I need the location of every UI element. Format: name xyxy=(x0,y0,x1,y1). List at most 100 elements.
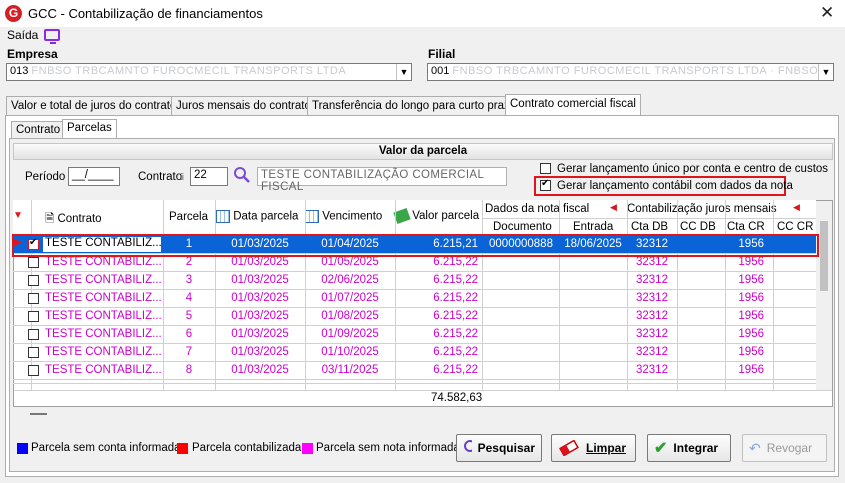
legend-sem-conta: Parcela sem conta informada xyxy=(31,442,181,454)
filial-name: FNBSO TRBCAMNTO FUROCMECIL TRANSPORTS LT… xyxy=(452,65,834,77)
cell-venc: 02/06/2025 xyxy=(321,274,379,286)
cell-parcela: 2 xyxy=(185,256,193,268)
col-data-parcela[interactable]: Data parcela xyxy=(216,210,298,223)
group-contab-juros: Contabilização juros mensais xyxy=(627,203,777,215)
tab-contrato-comercial-fiscal[interactable]: Contrato comercial fiscal xyxy=(505,94,641,116)
cell-contrato: TESTE CONTABILIZ... xyxy=(45,364,162,376)
cell-cta_db: 32312 xyxy=(636,328,668,340)
scrollbar-thumb[interactable] xyxy=(820,221,828,291)
app-logo-icon: G xyxy=(5,5,22,22)
limpar-label: Limpar xyxy=(586,441,627,455)
cell-cta_cr: 1956 xyxy=(738,274,764,286)
empresa-select[interactable]: 013 FNBSO TRBCAMNTO FUROCMECIL TRANSPORT… xyxy=(6,63,412,81)
total-value: 74.582,63 xyxy=(431,392,483,404)
check-dados-nota[interactable] xyxy=(540,178,551,191)
row-checkbox[interactable] xyxy=(28,311,39,322)
row-checkbox[interactable] xyxy=(28,257,39,268)
cell-parcela: 7 xyxy=(185,346,193,358)
pesquisar-button[interactable]: Pesquisar xyxy=(456,434,542,462)
col-cta-db[interactable]: Cta DB xyxy=(631,221,668,233)
cell-cta_cr: 1956 xyxy=(738,328,764,340)
contrato-description: TESTE CONTABILIZAÇÃO COMERCIAL FISCAL xyxy=(257,167,507,193)
col-cc-db[interactable]: CC DB xyxy=(680,221,716,233)
cell-cta_db: 32312 xyxy=(636,274,668,286)
periodo-input[interactable]: __/____ xyxy=(68,167,120,186)
filial-code: 001 xyxy=(431,65,450,77)
cell-venc: 03/11/2025 xyxy=(321,364,379,376)
integrar-button[interactable]: ✔ Integrar xyxy=(647,434,731,462)
chevron-down-icon[interactable]: ▼ xyxy=(396,64,411,80)
table-row[interactable]: TESTE CONTABILIZ... 6 01/03/2025 01/09/2025… xyxy=(13,326,816,344)
row-checkbox[interactable] xyxy=(28,347,39,358)
row-checkbox[interactable] xyxy=(28,293,39,304)
cell-venc: 01/08/2025 xyxy=(321,310,379,322)
cell-cta_cr: 1956 xyxy=(738,346,764,358)
section-title: Valor da parcela xyxy=(13,143,833,160)
row-checkbox[interactable] xyxy=(28,275,39,286)
cell-data: 01/03/2025 xyxy=(231,310,289,322)
col-cta-cr[interactable]: Cta CR xyxy=(727,221,765,233)
tab-transferencia[interactable]: Transferência do longo para curto prazo xyxy=(307,96,522,116)
menu-item-saida[interactable]: Saída xyxy=(7,28,38,42)
cell-parcela: 8 xyxy=(185,364,193,376)
close-icon[interactable]: ✕ xyxy=(820,3,834,23)
cell-contrato: TESTE CONTABILIZ... xyxy=(45,346,162,358)
revogar-button[interactable]: ↶ Revogar xyxy=(742,434,827,462)
col-documento[interactable]: Documento xyxy=(493,221,552,233)
col-contrato[interactable]: 🗎 Contrato xyxy=(45,211,102,230)
pin-icon: ⅱ xyxy=(180,172,185,182)
chevron-down-icon[interactable]: ▼ xyxy=(818,64,833,80)
cell-valor: 6.215,22 xyxy=(433,328,478,340)
cell-data: 01/03/2025 xyxy=(231,328,289,340)
col-valor-parcela[interactable]: Valor parcela xyxy=(393,207,479,225)
contrato-input[interactable]: 22 xyxy=(190,167,228,186)
revogar-label: Revogar xyxy=(766,441,813,455)
col-vencimento[interactable]: Vencimento xyxy=(305,210,382,223)
cell-contrato: TESTE CONTABILIZ... xyxy=(45,292,162,304)
col-cc-cr[interactable]: CC CR xyxy=(777,221,813,233)
check-icon: ✔ xyxy=(654,440,668,457)
row-checkbox[interactable] xyxy=(28,365,39,376)
cell-cta_cr: 1956 xyxy=(738,310,764,322)
menu-bar xyxy=(0,27,845,45)
col-entrada[interactable]: Entrada xyxy=(573,221,613,233)
collapse-arrow-icon[interactable]: ◀ xyxy=(610,202,617,213)
row-checkbox[interactable] xyxy=(28,329,39,340)
cell-data: 01/03/2025 xyxy=(231,364,289,376)
cell-cta_db: 32312 xyxy=(636,346,668,358)
check-dados-nota-label: Gerar lançamento contábil com dados da n… xyxy=(557,180,793,192)
tab-juros-mensais[interactable]: Juros mensais do contrato xyxy=(171,96,316,116)
search-icon[interactable] xyxy=(233,166,251,184)
periodo-label: Período xyxy=(25,171,66,183)
cell-valor: 6.215,22 xyxy=(433,364,478,376)
filial-select[interactable]: 001 FNBSO TRBCAMNTO FUROCMECIL TRANSPORT… xyxy=(427,63,834,81)
check-lancamento-unico[interactable] xyxy=(540,163,551,174)
monitor-icon[interactable] xyxy=(44,29,60,44)
cell-valor: 6.215,22 xyxy=(433,310,478,322)
grid-splitter[interactable] xyxy=(30,413,47,415)
legend-blue-swatch xyxy=(17,443,28,454)
legend-magenta-swatch xyxy=(302,443,313,454)
limpar-button[interactable]: Limpar xyxy=(551,434,636,462)
table-row[interactable]: TESTE CONTABILIZ... 4 01/03/2025 01/07/2025… xyxy=(13,290,816,308)
table-row[interactable]: TESTE CONTABILIZ... 8 01/03/2025 03/11/2025… xyxy=(13,362,816,380)
pesquisar-label: Pesquisar xyxy=(477,441,535,455)
check-lancamento-unico-label: Gerar lançamento único por conta e centr… xyxy=(557,163,829,175)
collapse-arrow-icon[interactable]: ◀ xyxy=(793,202,800,213)
grid-footer xyxy=(14,390,832,406)
vertical-scrollbar[interactable] xyxy=(816,201,832,391)
tab-valor-total-juros[interactable]: Valor e total de juros do contrato xyxy=(6,96,182,116)
filial-label: Filial xyxy=(428,47,456,61)
cell-cta_cr: 1956 xyxy=(738,256,764,268)
table-row[interactable]: TESTE CONTABILIZ... 5 01/03/2025 01/08/2025… xyxy=(13,308,816,326)
table-row[interactable]: TESTE CONTABILIZ... 7 01/03/2025 01/10/2025… xyxy=(13,344,816,362)
cell-venc: 01/07/2025 xyxy=(321,292,379,304)
col-parcela[interactable]: Parcela xyxy=(169,211,208,223)
table-row[interactable]: TESTE CONTABILIZ... 3 01/03/2025 02/06/2025… xyxy=(13,272,816,290)
cell-contrato: TESTE CONTABILIZ... xyxy=(45,256,162,268)
cell-venc: 01/05/2025 xyxy=(321,256,379,268)
header-divider xyxy=(482,218,816,219)
subtab-contrato[interactable]: Contrato xyxy=(11,121,66,139)
subtab-parcelas[interactable]: Parcelas xyxy=(62,119,117,139)
cell-cta_cr: 1956 xyxy=(738,364,764,376)
